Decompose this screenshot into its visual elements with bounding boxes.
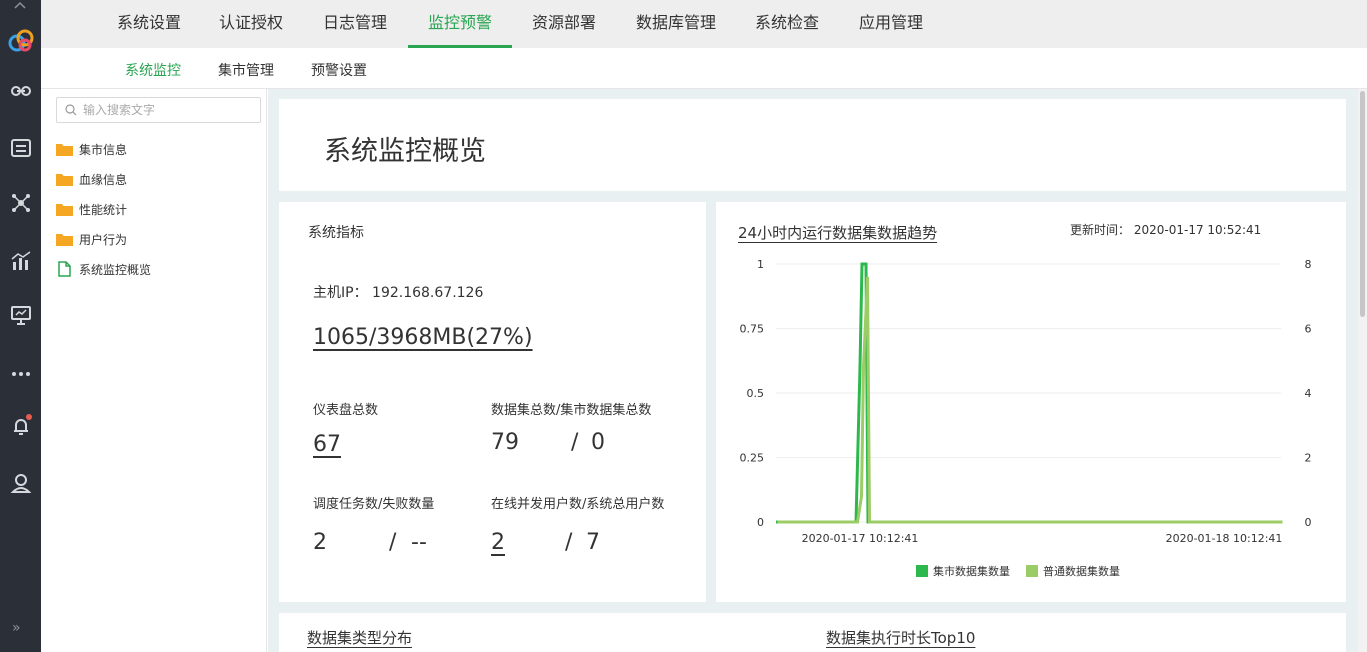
update-time: 更新时间： 2020-01-17 10:52:41	[1070, 223, 1262, 237]
y-right-tick-label: 0	[1305, 516, 1312, 529]
y-left-tick-label: 0.5	[747, 387, 765, 400]
link-icon[interactable]	[8, 78, 34, 104]
logo-icon[interactable]	[6, 26, 36, 56]
collapse-up-icon[interactable]	[13, 0, 27, 10]
dashboard-content: 系统监控概览 系统指标 主机IP： 192.168.67.126 1065/39…	[268, 89, 1358, 652]
folder-icon	[56, 203, 73, 216]
legend-swatch	[1026, 565, 1038, 577]
user-icon[interactable]	[8, 470, 34, 496]
network-icon[interactable]	[8, 190, 34, 216]
tasks-separator: /	[389, 530, 397, 555]
tab-system-check[interactable]: 系统检查	[743, 0, 831, 48]
tab-resources[interactable]: 资源部署	[520, 0, 608, 48]
x-tick-label: 2020-01-17 10:12:41	[802, 532, 919, 545]
folder-icon	[56, 173, 73, 186]
bell-icon[interactable]	[8, 413, 34, 439]
tab-auth[interactable]: 认证授权	[207, 0, 295, 48]
legend-label: 集市数据集数量	[933, 564, 1010, 578]
total-users-value: 7	[586, 530, 600, 555]
trend-card: 24小时内运行数据集数据趋势 更新时间： 2020-01-17 10:52:41…	[716, 202, 1346, 602]
tasks-value: 2	[313, 530, 327, 555]
folder-icon	[56, 143, 73, 156]
metrics-heading: 系统指标	[308, 225, 364, 241]
tab-monitoring[interactable]: 监控预警	[408, 0, 512, 48]
tab-logs[interactable]: 日志管理	[311, 0, 399, 48]
y-right-tick-label: 6	[1305, 323, 1312, 336]
failed-value: --	[411, 530, 427, 555]
tree-item-performance[interactable]: 性能统计	[56, 200, 127, 218]
y-left-tick-label: 0.75	[740, 323, 765, 336]
legend-label: 普通数据集数量	[1043, 564, 1120, 578]
dashboards-value[interactable]: 67	[313, 432, 341, 457]
search-input[interactable]	[83, 101, 253, 119]
tree-item-label: 血缘信息	[79, 172, 128, 187]
datasets-separator: /	[571, 430, 579, 455]
page-title: 系统监控概览	[324, 136, 486, 167]
dataset-type-title[interactable]: 数据集类型分布	[307, 627, 412, 648]
title-card: 系统监控概览	[279, 99, 1346, 191]
tree-item-label: 系统监控概览	[79, 262, 152, 277]
y-left-tick-label: 0.25	[740, 452, 765, 465]
folder-icon	[56, 233, 73, 246]
tree-item-label: 集市信息	[79, 142, 128, 157]
legend-swatch	[916, 565, 928, 577]
datasets-value: 79	[491, 430, 519, 455]
tab-app-management[interactable]: 应用管理	[847, 0, 935, 48]
top-nav: 系统设置 认证授权 日志管理 监控预警 资源部署 数据库管理 系统检查 应用管理	[41, 0, 1367, 48]
scrollbar-thumb[interactable]	[1360, 91, 1365, 317]
bottom-card: 数据集类型分布 数据集执行时长Top10	[279, 613, 1346, 652]
memory-usage[interactable]: 1065/3968MB(27%)	[313, 325, 533, 350]
content-scrollbar[interactable]	[1358, 89, 1367, 652]
presentation-icon[interactable]	[8, 302, 34, 328]
online-users-value[interactable]: 2	[491, 530, 505, 555]
subtab-alert-settings[interactable]: 预警设置	[311, 60, 367, 80]
y-right-tick-label: 2	[1305, 452, 1312, 465]
left-rail: »	[0, 0, 41, 652]
notification-dot	[26, 414, 32, 420]
expand-icon[interactable]: »	[12, 620, 21, 636]
dashboards-label: 仪表盘总数	[313, 403, 379, 418]
tree-item-mart-info[interactable]: 集市信息	[56, 140, 127, 158]
series-line	[777, 276, 1283, 524]
trend-title[interactable]: 24小时内运行数据集数据趋势	[738, 222, 937, 243]
tree-item-lineage[interactable]: 血缘信息	[56, 170, 127, 188]
list-icon[interactable]	[8, 135, 34, 161]
y-left-tick-label: 1	[757, 258, 764, 271]
users-label: 在线并发用户数/系统总用户数	[491, 497, 665, 512]
tab-system-settings[interactable]: 系统设置	[105, 0, 193, 48]
sub-nav: 系统监控 集市管理 预警设置	[41, 48, 1367, 89]
dataset-top10-title[interactable]: 数据集执行时长Top10	[826, 627, 975, 648]
resource-tree: 集市信息 血缘信息 性能统计 用户行为 系统监控概览	[41, 89, 267, 652]
system-metrics-card: 系统指标 主机IP： 192.168.67.126 1065/3968MB(27…	[279, 202, 706, 602]
tab-database[interactable]: 数据库管理	[626, 0, 726, 48]
y-right-tick-label: 4	[1305, 387, 1312, 400]
datasets-label: 数据集总数/集市数据集总数	[491, 403, 652, 418]
users-separator: /	[565, 530, 573, 555]
tree-item-monitor-overview[interactable]: 系统监控概览	[56, 260, 151, 278]
y-left-tick-label: 0	[757, 516, 764, 529]
trend-chart: 1 8 0.75 6 0.5 4 0.25 2 0 0 2020-01-17 10:12:41 202…	[740, 258, 1312, 578]
mart-datasets-value: 0	[591, 430, 605, 455]
file-icon	[58, 261, 71, 277]
tree-search[interactable]	[56, 97, 261, 123]
tree-item-label: 性能统计	[79, 202, 128, 217]
y-right-tick-label: 8	[1305, 258, 1312, 271]
x-tick-label: 2020-01-18 10:12:41	[1166, 532, 1283, 545]
subtab-system-monitor[interactable]: 系统监控	[125, 60, 181, 80]
tree-item-label: 用户行为	[79, 232, 128, 247]
more-icon[interactable]	[8, 358, 34, 384]
bar-chart-icon[interactable]	[8, 248, 34, 274]
search-icon	[65, 104, 77, 116]
host-ip: 主机IP： 192.168.67.126	[313, 285, 484, 301]
tree-item-user-behavior[interactable]: 用户行为	[56, 230, 127, 248]
tasks-label: 调度任务数/失败数量	[313, 497, 435, 512]
subtab-mart-management[interactable]: 集市管理	[218, 60, 274, 80]
